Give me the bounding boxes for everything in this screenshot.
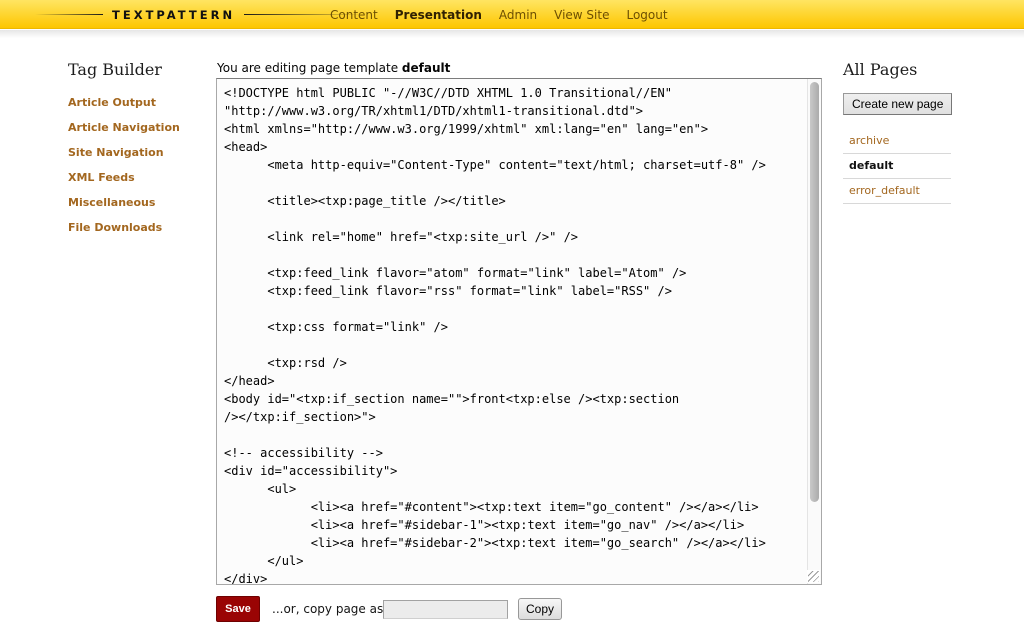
tagbuilder-link-article-output[interactable]: Article Output bbox=[68, 90, 218, 115]
topbar-shadow bbox=[0, 30, 1024, 38]
tagbuilder-link-file-downloads[interactable]: File Downloads bbox=[68, 215, 218, 240]
tag-builder-panel: Tag Builder Article Output Article Navig… bbox=[68, 60, 218, 240]
nav-tab-view-site[interactable]: View Site bbox=[554, 8, 609, 22]
editing-heading-prefix: You are editing page template bbox=[217, 61, 402, 75]
all-pages-panel: All Pages Create new page archive defaul… bbox=[843, 60, 958, 204]
editor-scrollbar[interactable] bbox=[807, 79, 821, 584]
top-navigation-bar: TEXTPATTERN Content Presentation Admin V… bbox=[0, 0, 1024, 29]
template-code: <!DOCTYPE html PUBLIC "-//W3C//DTD XHTML… bbox=[217, 79, 821, 585]
logo-text: TEXTPATTERN bbox=[103, 8, 244, 22]
scrollbar-thumb-icon[interactable] bbox=[810, 82, 819, 502]
page-list-item: error_default bbox=[843, 179, 951, 204]
tagbuilder-link-xml-feeds[interactable]: XML Feeds bbox=[68, 165, 218, 190]
template-code-editor[interactable]: <!DOCTYPE html PUBLIC "-//W3C//DTD XHTML… bbox=[216, 78, 822, 585]
copy-button[interactable]: Copy bbox=[518, 598, 562, 620]
nav-tab-logout[interactable]: Logout bbox=[626, 8, 667, 22]
logo-rule-left bbox=[35, 14, 103, 15]
page-list-item: default bbox=[843, 154, 951, 179]
nav-tab-content[interactable]: Content bbox=[330, 8, 378, 22]
textpattern-logo: TEXTPATTERN bbox=[35, 0, 364, 29]
tagbuilder-link-miscellaneous[interactable]: Miscellaneous bbox=[68, 190, 218, 215]
tagbuilder-link-article-navigation[interactable]: Article Navigation bbox=[68, 115, 218, 140]
page-link-error-default[interactable]: error_default bbox=[849, 184, 920, 197]
page-link-archive[interactable]: archive bbox=[849, 134, 889, 147]
main-nav: Content Presentation Admin View Site Log… bbox=[330, 0, 668, 29]
page: TEXTPATTERN Content Presentation Admin V… bbox=[0, 0, 1024, 640]
page-list: archive default error_default bbox=[843, 129, 958, 204]
editing-template-name: default bbox=[402, 61, 450, 75]
tag-builder-title: Tag Builder bbox=[68, 60, 218, 79]
page-list-item: archive bbox=[843, 129, 951, 154]
editing-heading: You are editing page template default bbox=[217, 61, 450, 75]
tagbuilder-link-site-navigation[interactable]: Site Navigation bbox=[68, 140, 218, 165]
all-pages-title: All Pages bbox=[843, 60, 958, 79]
resize-grip-icon[interactable] bbox=[807, 570, 820, 583]
save-button[interactable]: Save bbox=[216, 596, 260, 622]
create-new-page-button[interactable]: Create new page bbox=[843, 93, 952, 115]
nav-tab-admin[interactable]: Admin bbox=[499, 8, 537, 22]
nav-tab-presentation[interactable]: Presentation bbox=[395, 8, 482, 22]
copy-page-prompt: ...or, copy page as bbox=[272, 602, 383, 616]
page-current-default: default bbox=[849, 159, 893, 172]
copy-page-name-input[interactable] bbox=[383, 600, 508, 619]
